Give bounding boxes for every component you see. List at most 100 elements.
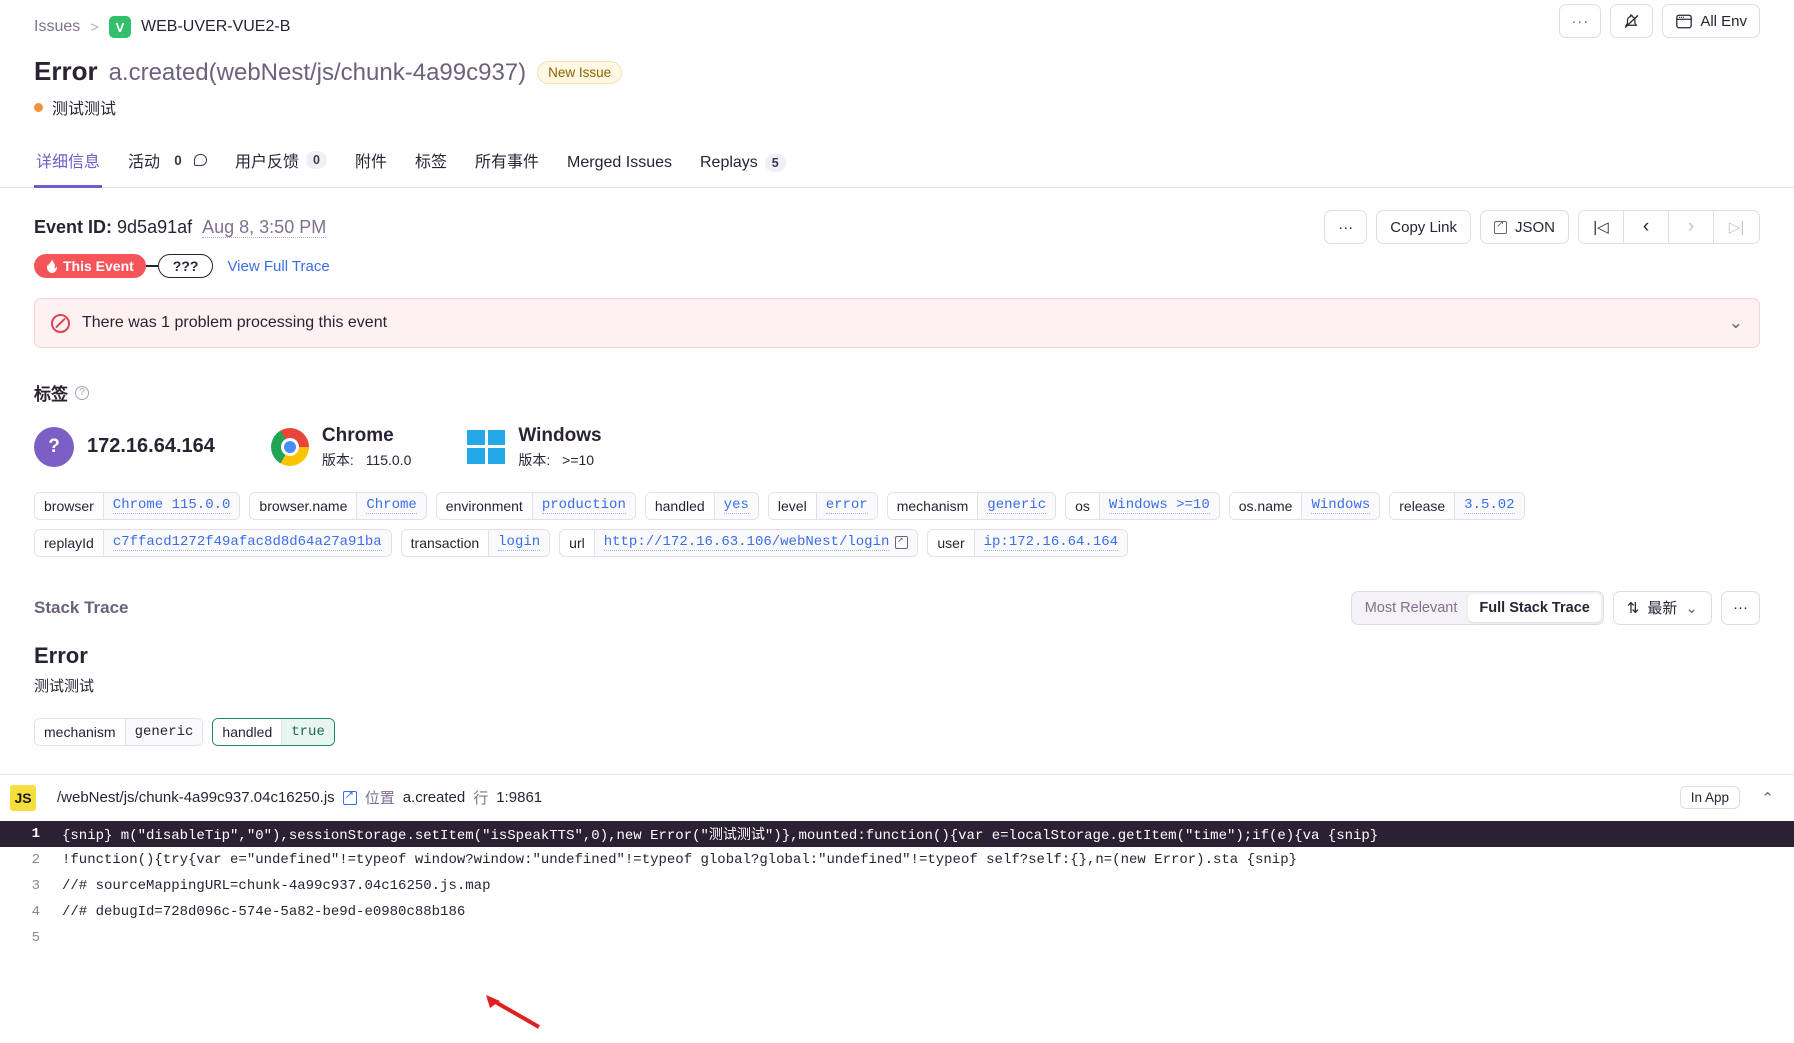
event-id-value: 9d5a91af	[117, 216, 193, 237]
prev-event-button[interactable]: ‹	[1624, 211, 1669, 243]
chevron-down-icon[interactable]: ⌄	[1729, 313, 1743, 333]
tab-attachments[interactable]: 附件	[353, 142, 389, 188]
tag-value[interactable]: generic	[977, 492, 1056, 519]
tag-value[interactable]: Chrome 115.0.0	[102, 492, 240, 519]
environment-selector[interactable]: All Env	[1662, 4, 1760, 38]
stack-trace-view-toggle: Most Relevant Full Stack Trace	[1350, 590, 1604, 625]
frame-function: a.created	[402, 789, 466, 807]
tab-all-events[interactable]: 所有事件	[473, 142, 541, 188]
view-full-trace-link[interactable]: View Full Trace	[227, 258, 329, 275]
external-link-icon[interactable]	[895, 534, 909, 550]
stack-error-message: 测试测试	[34, 677, 95, 695]
copy-link-button[interactable]: Copy Link	[1376, 210, 1471, 244]
sort-button[interactable]: ⇅ 最新 ⌄	[1612, 590, 1712, 625]
tag-value[interactable]: ip:172.16.64.164	[973, 529, 1128, 556]
tag-pill[interactable]: handled yes	[644, 491, 759, 520]
tag-pill[interactable]: os Windows >=10	[1065, 491, 1220, 520]
tab-count: 0	[174, 152, 182, 168]
breadcrumb-issues-link[interactable]: Issues	[34, 18, 80, 36]
browser-version-label: 版本:	[321, 451, 354, 468]
tag-value[interactable]: Windows >=10	[1098, 492, 1219, 519]
tag-key: browser.name	[250, 492, 357, 519]
tag-card-browser[interactable]: Chrome 版本: 115.0.0	[270, 424, 411, 470]
next-event-button[interactable]: ›	[1669, 211, 1714, 243]
chevron-left-icon: ‹	[1642, 216, 1650, 237]
tag-value[interactable]: login	[488, 529, 550, 556]
json-button[interactable]: JSON	[1479, 210, 1569, 244]
tab-label: Merged Issues	[567, 154, 672, 171]
tag-value[interactable]: Chrome	[356, 492, 426, 519]
tab-user-feedback[interactable]: 用户反馈 0	[233, 142, 329, 188]
frame-header[interactable]: JS /webNest/js/chunk-4a99c937.04c16250.j…	[0, 775, 1794, 821]
tab-activity[interactable]: 活动 0	[126, 142, 209, 188]
tag-value-text: generic	[987, 497, 1047, 515]
external-link-icon[interactable]	[342, 788, 357, 805]
stack-trace-header: Stack Trace Most Relevant Full Stack Tra…	[34, 590, 1760, 625]
browser-version-row: 版本: 115.0.0	[322, 450, 411, 470]
processing-problem-banner[interactable]: There was 1 problem processing this even…	[34, 298, 1760, 348]
mute-notifications-button[interactable]	[1610, 4, 1654, 38]
tag-card-os[interactable]: Windows 版本: >=10	[467, 424, 602, 470]
code-line: 4 //# debugId=728d096c-574e-5a82-be9d-e0…	[0, 898, 1794, 925]
tab-label: Replays	[699, 154, 758, 171]
tag-pill[interactable]: url http://172.16.63.106/webNest/login	[559, 528, 919, 557]
tag-value[interactable]: error	[815, 492, 877, 519]
question-circle-icon[interactable]: ?	[75, 385, 89, 400]
tag-pill[interactable]: mechanism generic	[886, 491, 1057, 520]
tag-pill[interactable]: transaction login	[400, 528, 551, 557]
full-stack-trace-option[interactable]: Full Stack Trace	[1468, 593, 1601, 622]
frame-code-block: 1 {snip} m("disableTip","0"),sessionStor…	[0, 820, 1794, 951]
tag-pill[interactable]: environment production	[435, 491, 636, 520]
tag-pill[interactable]: replayId c7ffacd1272f49afac8d8d64a27a91ba	[34, 528, 392, 557]
frame-file-path: /webNest/js/chunk-4a99c937.04c16250.js	[57, 789, 335, 807]
tag-value-text: 3.5.02	[1464, 497, 1515, 515]
tag-value[interactable]: http://172.16.63.106/webNest/login	[593, 529, 918, 556]
breadcrumb-project-name[interactable]: WEB-UVER-VUE2-B	[141, 18, 290, 36]
os-name: Windows	[518, 425, 602, 446]
breadcrumb: Issues > V WEB-UVER-VUE2-B	[34, 10, 1760, 44]
tag-value[interactable]: c7ffacd1272f49afac8d8d64a27a91ba	[102, 529, 391, 556]
this-event-badge[interactable]: This Event	[34, 254, 146, 278]
collapse-frame-icon[interactable]: ⌃	[1761, 789, 1774, 807]
issue-detail-page: Issues > V WEB-UVER-VUE2-B ··· All Env E…	[0, 0, 1794, 1043]
header-more-button[interactable]: ···	[1559, 4, 1602, 38]
tab-tags[interactable]: 标签	[413, 142, 449, 188]
tag-pill[interactable]: browser.name Chrome	[249, 491, 427, 520]
tag-pill[interactable]: browser Chrome 115.0.0	[34, 491, 241, 520]
tag-key: url	[560, 529, 594, 556]
page-body: Event ID: 9d5a91af Aug 8, 3:50 PM ··· Co…	[0, 210, 1794, 746]
environment-label: All Env	[1700, 12, 1747, 30]
tab-merged-issues[interactable]: Merged Issues	[565, 148, 674, 188]
tag-pill[interactable]: os.name Windows	[1228, 491, 1381, 520]
mechanism-pill[interactable]: mechanism generic	[34, 717, 204, 746]
line-number: 5	[31, 929, 40, 946]
project-badge-icon: V	[109, 16, 132, 38]
stack-trace-more-button[interactable]: ···	[1721, 590, 1760, 625]
bell-muted-icon	[1624, 13, 1639, 28]
tab-details[interactable]: 详细信息	[34, 142, 103, 188]
tag-value[interactable]: production	[531, 492, 635, 519]
tag-value[interactable]: yes	[713, 492, 758, 519]
problem-banner-text: There was 1 problem processing this even…	[82, 314, 388, 331]
tag-pill[interactable]: level error	[767, 491, 878, 520]
ellipsis-icon: ···	[1571, 12, 1590, 30]
event-more-button[interactable]: ···	[1324, 210, 1368, 244]
tag-value[interactable]: Windows	[1301, 492, 1380, 519]
event-date[interactable]: Aug 8, 3:50 PM	[202, 216, 327, 238]
unknown-span-badge[interactable]: ???	[157, 254, 214, 278]
most-relevant-option[interactable]: Most Relevant	[1354, 594, 1469, 622]
stack-error-heading: Error	[34, 642, 88, 668]
tag-value[interactable]: 3.5.02	[1454, 492, 1524, 519]
tag-value-text: login	[498, 534, 541, 552]
tab-replays[interactable]: Replays 5	[698, 148, 788, 188]
line-source: //# sourceMappingURL=chunk-4a99c937.04c1…	[62, 877, 491, 894]
handled-pill[interactable]: handled true	[212, 717, 335, 746]
tag-card-ip[interactable]: ? 172.16.64.164	[34, 426, 215, 467]
tag-pill[interactable]: user ip:172.16.64.164	[927, 528, 1129, 557]
page-title: Error a.created(webNest/js/chunk-4a99c93…	[34, 56, 1760, 87]
issue-tabs: 详细信息 活动 0 用户反馈 0 附件 标签 所有事件 Merged Issue…	[0, 141, 1794, 188]
last-event-button[interactable]: ▷|	[1714, 211, 1759, 243]
tag-pill[interactable]: release 3.5.02	[1389, 491, 1525, 520]
first-event-button[interactable]: |◁	[1579, 211, 1624, 243]
frame-path-row: /webNest/js/chunk-4a99c937.04c16250.js 位…	[57, 787, 542, 808]
